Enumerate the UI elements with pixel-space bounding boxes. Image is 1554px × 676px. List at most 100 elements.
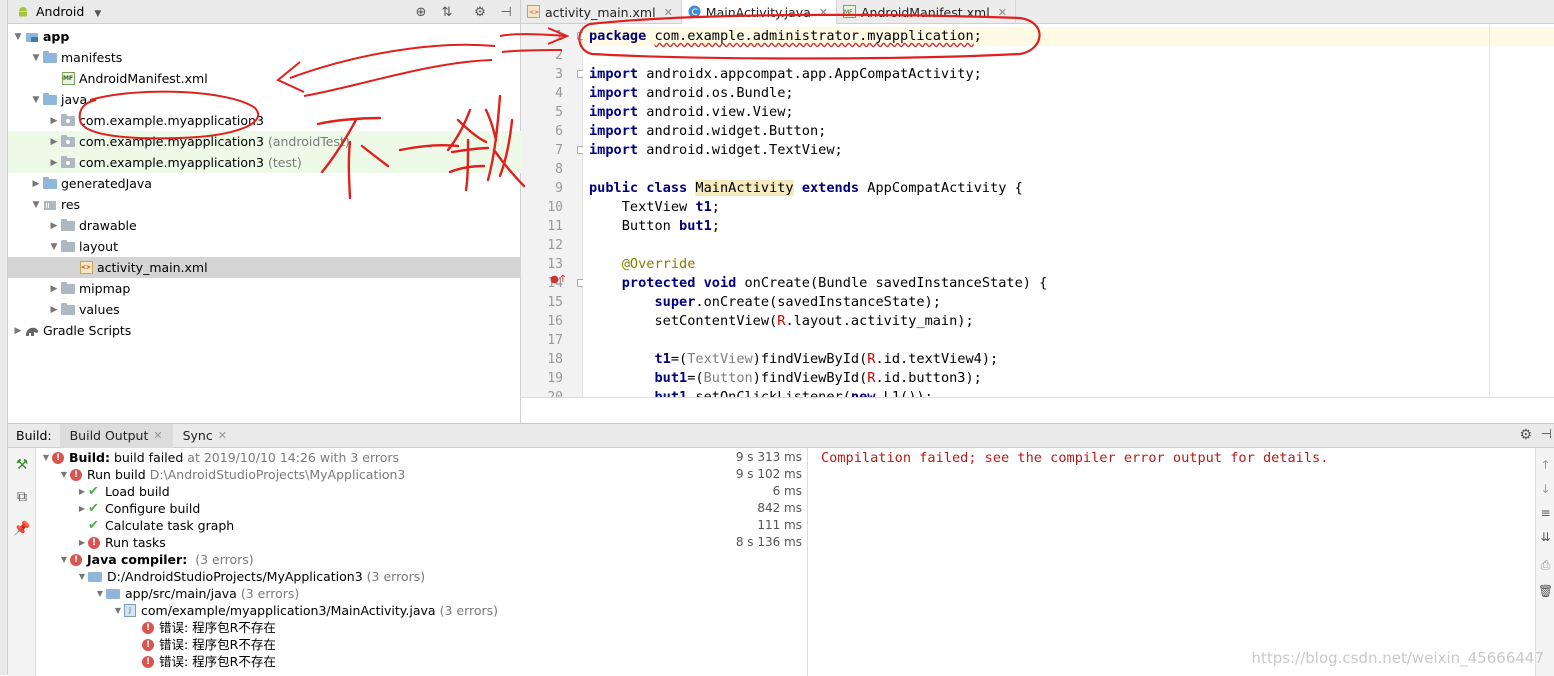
code-token: TextView — [687, 351, 753, 367]
build-tree-row[interactable]: ▼ app/src/main/java (3 errors) — [36, 585, 807, 602]
tree-item[interactable]: ▶ com.example.myapplication3 — [8, 110, 521, 131]
tree-expand-arrow-icon[interactable]: ▼ — [30, 53, 42, 63]
editor-tab-label: AndroidManifest.xml — [860, 4, 990, 20]
code-editor[interactable]: package com.example.administrator.myappl… — [583, 24, 1554, 397]
tree-item[interactable]: ▶ com.example.myapplication3 (test) — [8, 152, 521, 173]
tree-expand-arrow-icon[interactable]: ▼ — [30, 200, 42, 210]
error-icon: ! — [52, 451, 64, 464]
tree-item[interactable]: ▶ mipmap — [8, 278, 521, 299]
build-tree-row[interactable]: ▶! Run tasks 8 s 136 ms — [36, 534, 807, 551]
tree-expand-arrow-icon[interactable]: ▼ — [30, 95, 42, 105]
minimize-icon[interactable]: ⊣ — [498, 4, 514, 20]
soft-wrap-icon[interactable]: ≡ — [1538, 506, 1553, 521]
code-line: @Override — [589, 255, 696, 274]
tree-expand-arrow-icon[interactable]: ▼ — [112, 602, 124, 619]
minimize-icon[interactable]: ⊣ — [1541, 427, 1552, 442]
tree-expand-arrow-icon[interactable]: ▶ — [76, 483, 88, 500]
check-icon: ✔ — [88, 518, 99, 533]
collapse-all-icon[interactable]: ⇅ — [439, 4, 455, 20]
pin-icon[interactable]: 📌 — [13, 520, 31, 538]
build-output[interactable]: Compilation failed; see the compiler err… — [807, 448, 1535, 676]
folder-icon — [42, 50, 58, 65]
tree-item-label: com.example.myapplication3 — [79, 113, 264, 128]
close-icon[interactable]: ✕ — [153, 429, 162, 442]
tree-item[interactable]: MF AndroidManifest.xml — [8, 68, 521, 89]
tree-expand-arrow-icon[interactable]: ▶ — [12, 326, 24, 336]
tree-item[interactable]: ▶ drawable — [8, 215, 521, 236]
toggle-view-icon[interactable]: ⧉ — [13, 488, 31, 506]
left-tool-strip-bottom[interactable] — [0, 423, 8, 675]
tree-item[interactable]: ▼ manifests — [8, 47, 521, 68]
tree-expand-arrow-icon[interactable]: ▼ — [40, 449, 52, 466]
build-tree-row[interactable]: ▶ ✔ Load build 6 ms — [36, 483, 807, 500]
editor-tab[interactable]: MF AndroidManifest.xml ✕ — [837, 0, 1016, 24]
tree-expand-arrow-icon[interactable]: ▶ — [48, 158, 60, 168]
tree-expand-arrow-icon[interactable]: ▼ — [76, 568, 88, 585]
tree-expand-arrow-icon[interactable]: ▶ — [48, 284, 60, 294]
hammer-icon[interactable]: ⚒ — [13, 456, 31, 474]
close-icon[interactable]: ✕ — [664, 6, 673, 19]
build-tree-row[interactable]: ✔ Calculate task graph 111 ms — [36, 517, 807, 534]
build-tree-row[interactable]: ▼! Run build D:\AndroidStudioProjects\MyAp… — [36, 466, 807, 483]
tree-item-label: activity_main.xml — [97, 260, 208, 275]
tree-item[interactable]: ▶ generatedJava — [8, 173, 521, 194]
build-tree-row[interactable]: ! 错误: 程序包R不存在 — [36, 653, 807, 670]
tree-expand-arrow-icon[interactable]: ▼ — [94, 585, 106, 602]
code-token: TextView — [589, 199, 696, 215]
tree-expand-arrow-icon[interactable]: ▶ — [48, 116, 60, 126]
build-tab[interactable]: Sync ✕ — [173, 424, 237, 448]
editor-bottom-area — [521, 397, 1554, 423]
tree-expand-arrow-icon[interactable]: ▶ — [76, 534, 88, 551]
close-icon[interactable]: ✕ — [819, 6, 828, 19]
print-icon[interactable]: ⎙ — [1538, 558, 1553, 573]
tree-expand-arrow-icon[interactable]: ▶ — [48, 305, 60, 315]
arrow-up-icon[interactable]: ↑ — [1538, 458, 1553, 473]
editor-tab[interactable]: <> activity_main.xml ✕ — [521, 0, 682, 24]
folder-icon — [42, 92, 58, 107]
build-tree-row[interactable]: ▼ Jcom/example/myapplication3/MainActivit… — [36, 602, 807, 619]
close-icon[interactable]: ✕ — [218, 429, 227, 442]
tree-expand-arrow-icon[interactable]: ▶ — [76, 500, 88, 517]
arrow-down-icon[interactable]: ↓ — [1538, 482, 1553, 497]
build-tree-row[interactable]: ! 错误: 程序包R不存在 — [36, 636, 807, 653]
tree-item[interactable]: ▼ layout — [8, 236, 521, 257]
tree-expand-arrow-icon[interactable]: ▶ — [48, 221, 60, 231]
tree-expand-arrow-icon[interactable]: ▼ — [58, 551, 70, 568]
build-tree-row[interactable]: ! 错误: 程序包R不存在 — [36, 619, 807, 636]
build-tree-row[interactable]: ▶ ✔ Configure build 842 ms — [36, 500, 807, 517]
scroll-to-end-icon[interactable]: ⇊ — [1538, 530, 1553, 545]
tree-expand-arrow-icon[interactable]: ▶ — [48, 137, 60, 147]
gear-icon[interactable]: ⚙ — [1519, 427, 1532, 443]
code-token: but1 — [589, 370, 688, 386]
build-tree-row[interactable]: ▼! Build: build failed at 2019/10/10 14:26 … — [36, 449, 807, 466]
tree-item[interactable]: <> activity_main.xml — [8, 257, 521, 278]
trash-icon[interactable]: 🗑 — [1538, 584, 1553, 599]
tree-item[interactable]: ▼ java — [8, 89, 521, 110]
close-icon[interactable]: ✕ — [998, 6, 1007, 19]
build-tab[interactable]: Build Output ✕ — [59, 423, 173, 448]
editor-tab[interactable]: C MainActivity.java ✕ — [681, 0, 837, 24]
project-view-selector[interactable]: Android ▼ — [36, 4, 101, 19]
tree-expand-arrow-icon[interactable]: ▼ — [58, 466, 70, 483]
tree-item-label: res — [61, 197, 81, 212]
build-tree-row[interactable]: ▼! Java compiler: (3 errors) — [36, 551, 807, 568]
build-tree-row[interactable]: ▼ D:/AndroidStudioProjects/MyApplication3… — [36, 568, 807, 585]
gray-icon — [60, 281, 76, 296]
code-token: =( — [687, 370, 704, 386]
tree-expand-arrow-icon[interactable]: ▼ — [48, 242, 60, 252]
build-row-text: Run tasks — [105, 535, 166, 550]
gear-icon[interactable]: ⚙ — [472, 4, 488, 20]
tree-item[interactable]: ▼ app — [8, 26, 521, 47]
tree-expand-arrow-icon[interactable]: ▶ — [30, 179, 42, 189]
code-line: import android.os.Bundle; — [589, 84, 794, 103]
tree-item-suffix: (test) — [267, 155, 302, 170]
tree-item[interactable]: ▶ values — [8, 299, 521, 320]
crosshair-icon[interactable]: ⊕ — [413, 4, 429, 20]
tree-item[interactable]: ▼ res — [8, 194, 521, 215]
left-tool-strip[interactable] — [0, 0, 8, 423]
tree-item[interactable]: ▶ com.example.myapplication3 (androidTest) — [8, 131, 521, 152]
override-marker-icon[interactable]: ●↑ — [550, 274, 567, 285]
tree-item[interactable]: ▶ Gradle Scripts — [8, 320, 521, 341]
tree-expand-arrow-icon[interactable]: ▼ — [12, 32, 24, 42]
build-tab-label: Build Output — [69, 428, 149, 443]
